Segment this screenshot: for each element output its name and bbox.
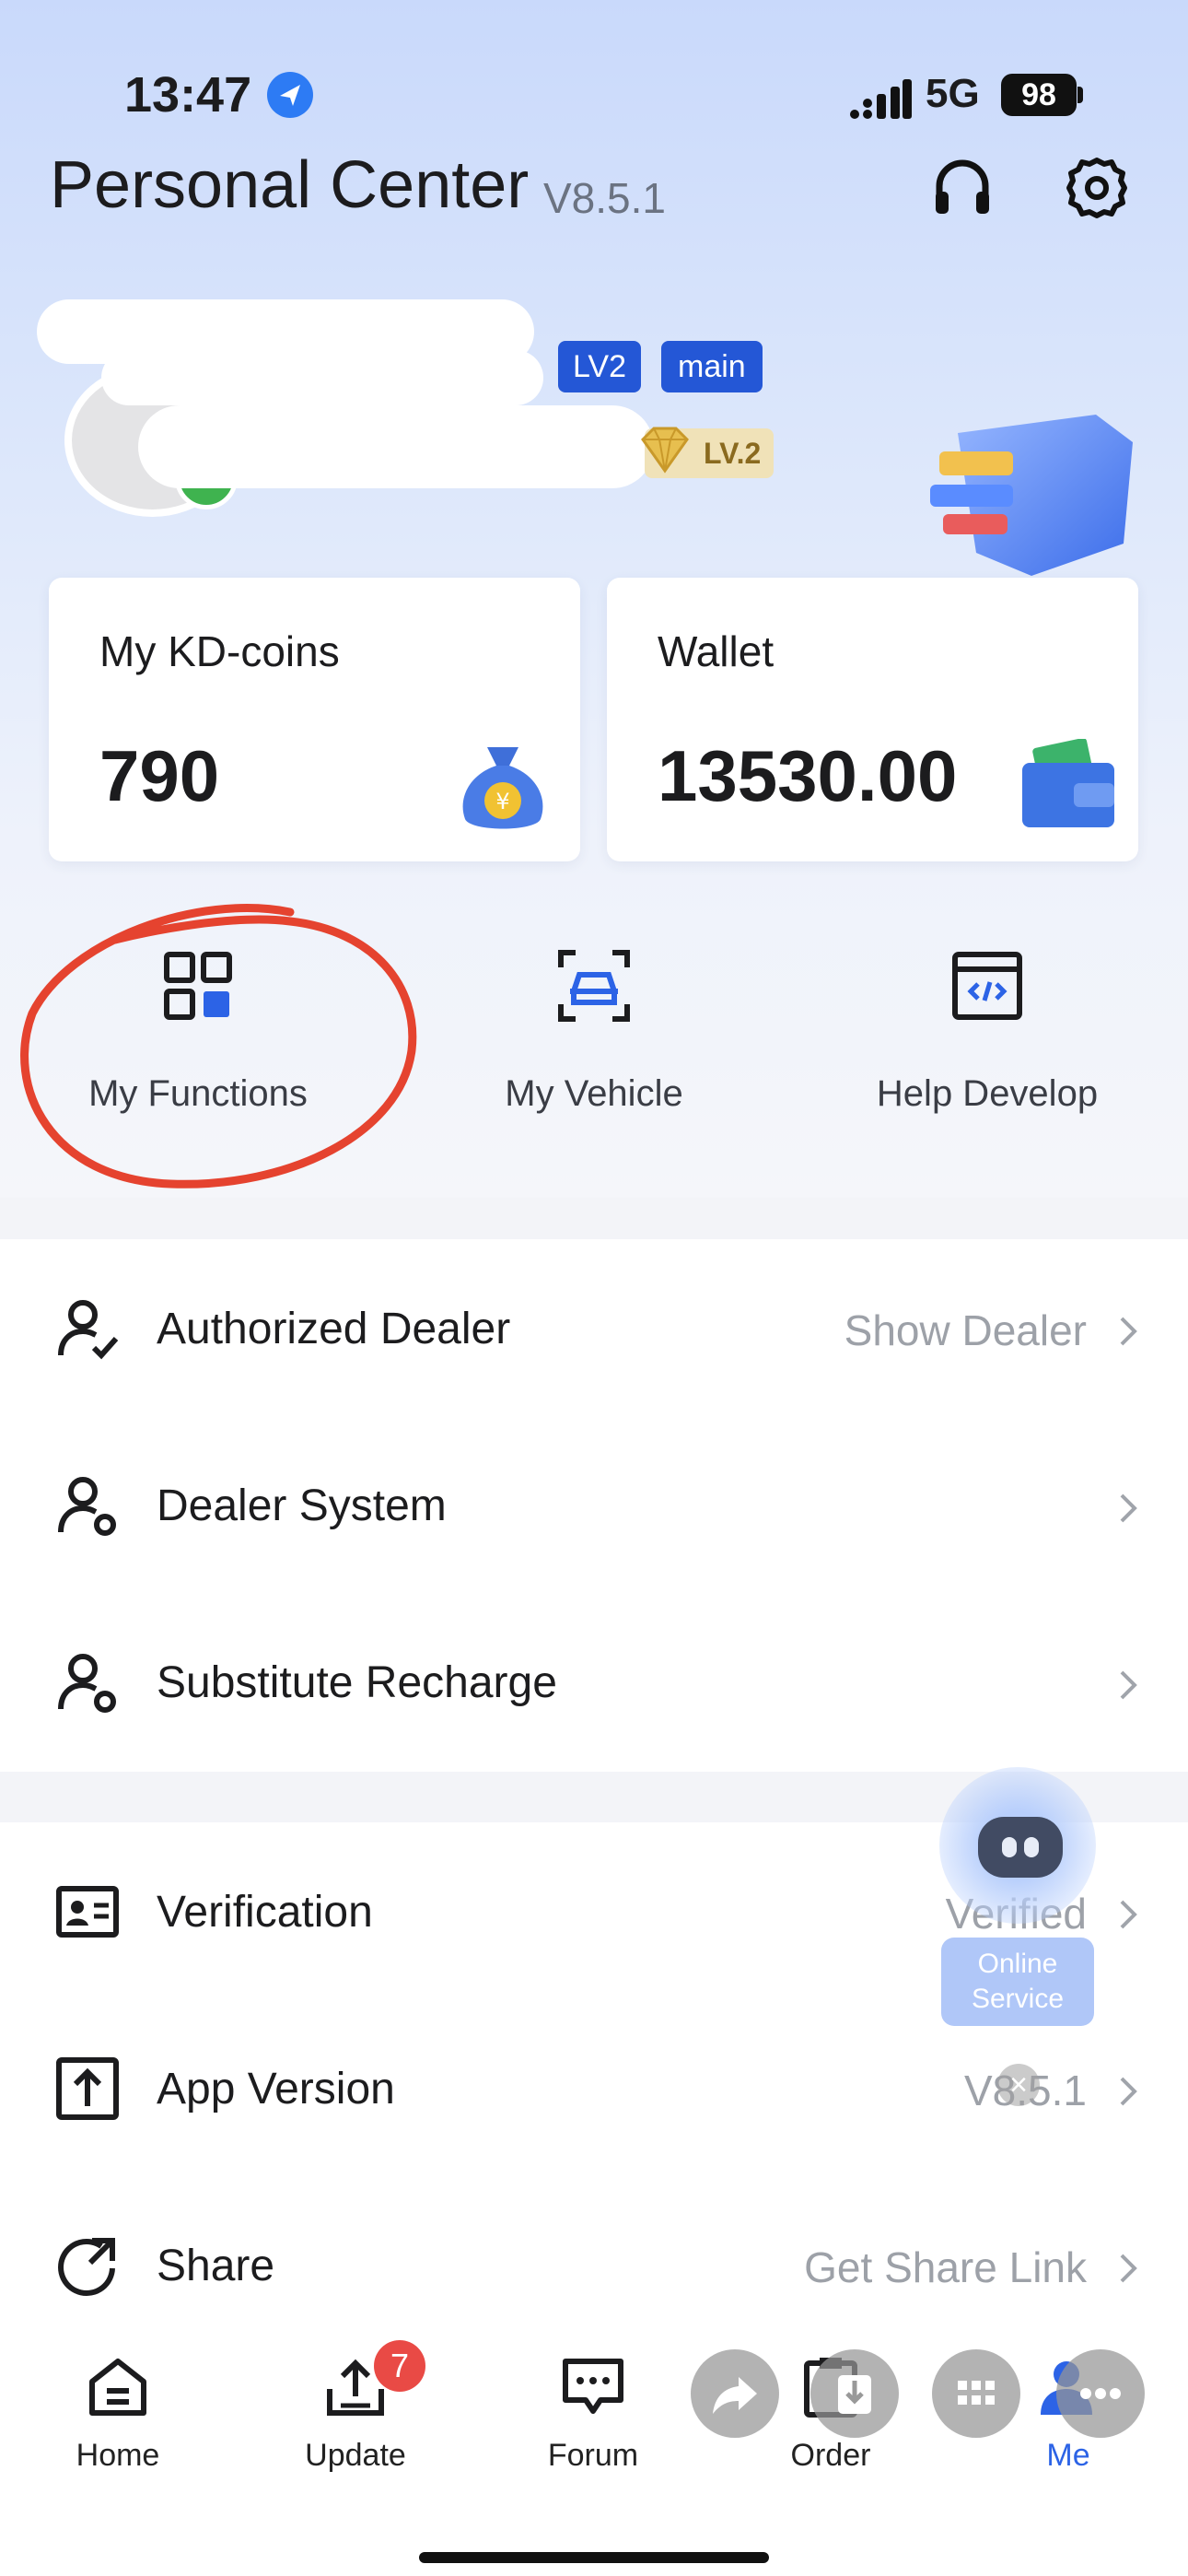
verification-label: Verification [157,1888,373,1937]
tab-home-label: Home [76,2438,160,2473]
wallet-icon [1022,739,1114,827]
kd-coins-value: 790 [99,735,220,816]
close-icon[interactable]: × [997,2064,1040,2106]
home-indicator [419,2552,769,2563]
authorized-dealer-label: Authorized Dealer [157,1305,511,1353]
user-check-icon [58,1300,119,1360]
gear-icon[interactable] [1064,155,1130,221]
user-settings-icon [58,1654,116,1713]
level-badge: LV2 [558,341,641,392]
tab-forum-label: Forum [547,2438,639,2473]
robot-eye [1002,1837,1017,1857]
car-scan-icon [558,950,630,1022]
svg-text:¥: ¥ [495,789,509,814]
robot-icon[interactable] [978,1817,1063,1878]
user-settings-icon [58,1477,116,1536]
version-label: V8.5.1 [543,174,666,222]
code-window-icon [952,952,1022,1020]
tab-me-label: Me [1046,2438,1090,2473]
update-count-badge: 7 [374,2340,425,2392]
tab-forum[interactable]: Forum [510,2354,676,2474]
location-arrow-icon [267,72,313,118]
annotation-circle [20,904,417,1188]
more-dots-icon [1080,2388,1121,2399]
download-overlay-button[interactable] [810,2349,899,2438]
my-vehicle-label: My Vehicle [505,1073,683,1114]
app-version-label: App Version [157,2065,395,2113]
share-overlay-button[interactable] [691,2349,779,2438]
robot-eye [1024,1837,1039,1857]
diamond-icon [641,427,689,474]
menu-group-dealer: Authorized Dealer Show Dealer Dealer Sys… [0,1239,1188,1772]
tab-update-label: Update [305,2438,406,2473]
substitute-recharge-label: Substitute Recharge [157,1658,557,1707]
status-time: 13:47 [124,67,252,123]
download-icon [838,2375,871,2414]
wallet-card[interactable]: Wallet 13530.00 [607,578,1138,861]
decorative-3d-icon [930,415,1133,576]
chevron-right-icon [1120,1317,1137,1346]
forward-arrow-icon [713,2377,757,2414]
wallet-label: Wallet [658,627,775,675]
battery-indicator: 98 [1001,74,1077,116]
tab-home[interactable]: Home [35,2354,201,2474]
share-arrow-icon [58,2238,115,2296]
tab-order-label: Order [790,2438,871,2473]
redacted-name-detail [101,350,543,405]
more-overlay-button[interactable] [1056,2349,1145,2438]
chevron-right-icon [1120,1900,1137,1929]
money-bag-icon: ¥ [462,747,543,829]
page-title: Personal Center [50,148,530,222]
battery-tip [1077,87,1083,103]
dealer-system-row[interactable]: Dealer System [0,1416,1188,1591]
account-type-badge: main [661,341,763,392]
share-label: Share [157,2242,275,2290]
grid-overlay-button[interactable] [932,2349,1020,2438]
network-type: 5G [926,71,980,116]
keypad-grid-icon [958,2381,995,2405]
chevron-right-icon [1120,2077,1137,2106]
share-value: Get Share Link [804,2243,1087,2291]
kd-coins-card[interactable]: My KD-coins 790 ¥ [49,578,580,861]
upload-arrow-icon [56,2057,119,2120]
online-service-line1: Online [977,1949,1058,1979]
authorized-dealer-row[interactable]: Authorized Dealer Show Dealer [0,1239,1188,1414]
my-vehicle-button[interactable]: My Vehicle [447,949,741,1115]
substitute-recharge-row[interactable]: Substitute Recharge [0,1593,1188,1768]
redacted-id [138,405,654,488]
dealer-system-label: Dealer System [157,1481,447,1530]
kd-coins-label: My KD-coins [99,627,340,675]
chevron-right-icon [1120,1670,1137,1700]
online-service-button[interactable]: Online Service [941,1938,1094,2026]
headset-icon[interactable] [930,155,995,219]
help-develop-label: Help Develop [876,1073,1099,1114]
online-service-line2: Service [971,1984,1065,2014]
chevron-right-icon [1120,2254,1137,2283]
help-develop-button[interactable]: Help Develop [840,949,1135,1115]
authorized-dealer-value: Show Dealer [844,1306,1087,1354]
id-card-icon [56,1886,119,1938]
home-icon [89,2359,146,2416]
wallet-balance: 13530.00 [658,735,958,816]
signal-icon [850,79,912,119]
chevron-right-icon [1120,1493,1137,1523]
chat-bubble-icon [563,2359,623,2414]
